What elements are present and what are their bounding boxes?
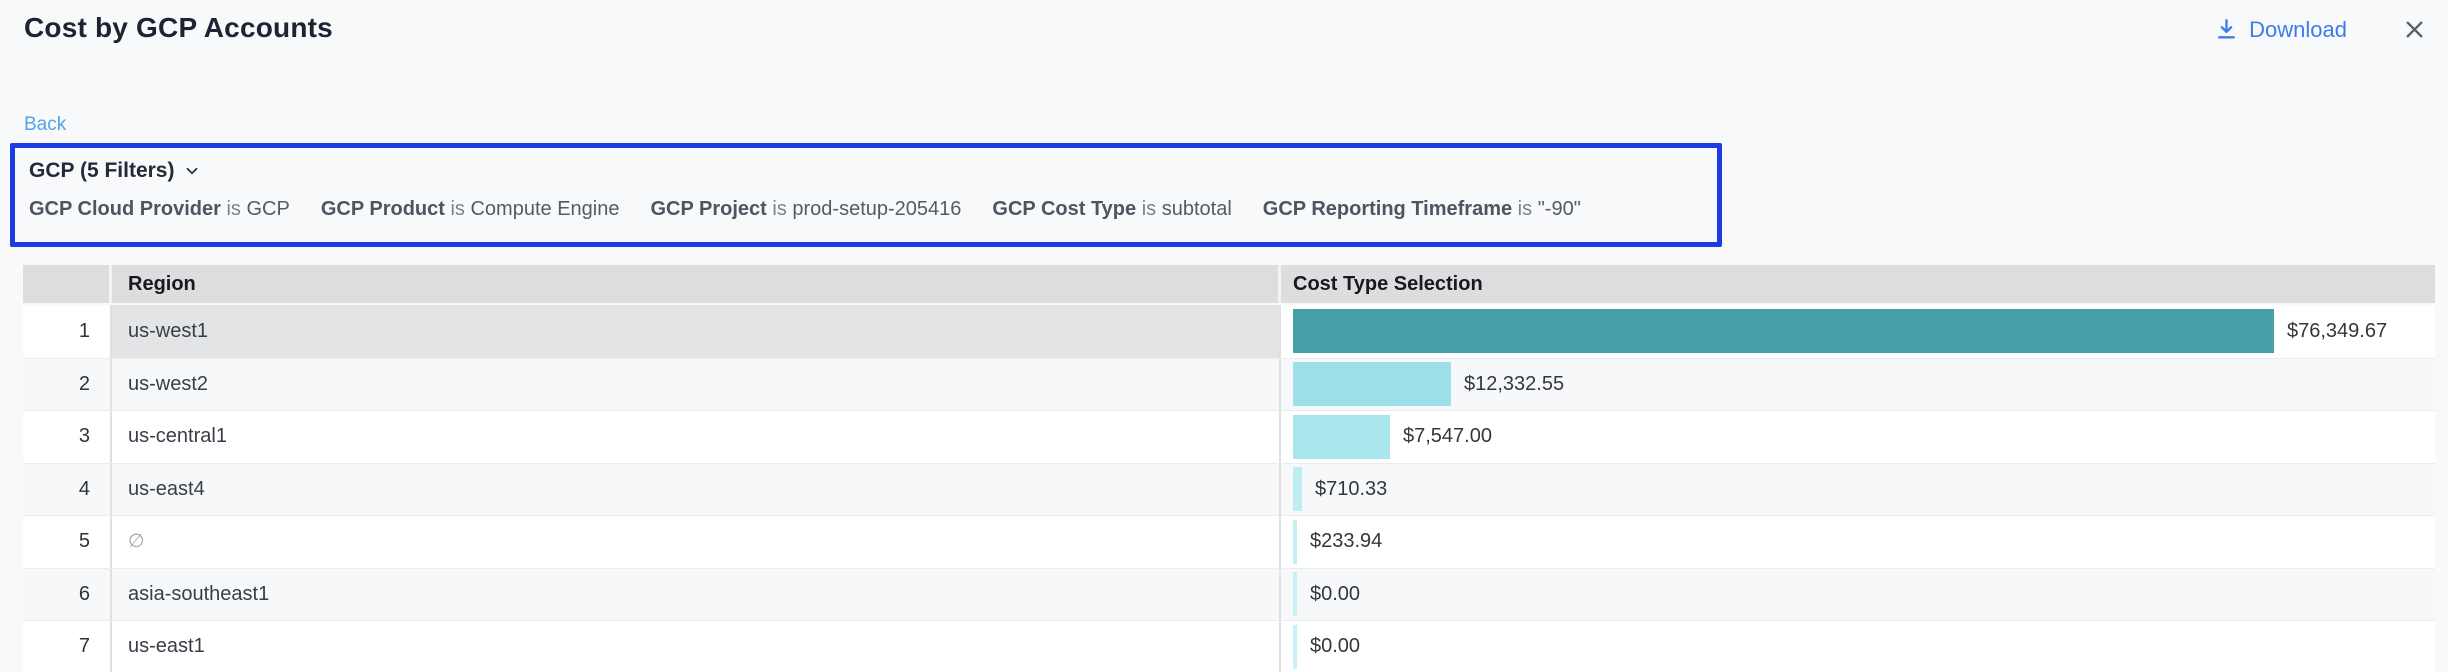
cost-value: $12,332.55 <box>1464 373 1564 396</box>
cost-value: $76,349.67 <box>2287 320 2387 343</box>
row-number: 1 <box>23 305 112 358</box>
table-row[interactable]: 2 us-west2 $12,332.55 <box>23 358 2435 411</box>
column-header-cost-type-selection[interactable]: Cost Type Selection <box>1281 265 2435 303</box>
column-header-row-number <box>23 265 112 303</box>
region-cell[interactable]: us-east1 <box>112 621 1281 672</box>
region-cell[interactable]: asia-southeast1 <box>112 569 1281 621</box>
close-icon <box>2401 31 2428 46</box>
cost-bar-cell: $233.94 <box>1281 516 2435 568</box>
filters-summary-label: GCP (5 Filters) <box>29 159 174 183</box>
cost-value: $7,547.00 <box>1403 425 1492 448</box>
row-number: 7 <box>23 621 112 672</box>
cost-bar <box>1293 572 1297 616</box>
download-icon <box>2214 16 2239 43</box>
cost-bar <box>1293 362 1451 406</box>
cost-value: $710.33 <box>1315 478 1387 501</box>
cost-bar <box>1293 625 1297 669</box>
table-row[interactable]: 6 asia-southeast1 $0.00 <box>23 568 2435 621</box>
cost-value: $0.00 <box>1310 583 1360 606</box>
cost-value: $0.00 <box>1310 635 1360 658</box>
cost-bar <box>1293 309 2274 353</box>
chevron-down-icon <box>183 162 201 180</box>
table-row[interactable]: 7 us-east1 $0.00 <box>23 620 2435 672</box>
cost-bar <box>1293 520 1297 564</box>
topbar: Cost by GCP Accounts Download <box>24 12 2430 45</box>
table-row[interactable]: 4 us-east4 $710.33 <box>23 463 2435 516</box>
row-number: 6 <box>23 569 112 621</box>
filter-row: GCP Cloud Provider is GCP GCP Product is… <box>29 198 1717 221</box>
region-cell[interactable]: us-west1 <box>112 305 1281 358</box>
page-title: Cost by GCP Accounts <box>24 12 333 44</box>
filter-chip: GCP Product is Compute Engine <box>321 198 620 221</box>
region-cell[interactable]: us-west2 <box>112 359 1281 411</box>
row-number: 4 <box>23 464 112 516</box>
cost-bar-cell: $76,349.67 <box>1281 305 2435 358</box>
table-row[interactable]: 5 ∅ $233.94 <box>23 515 2435 568</box>
cost-bar-cell: $7,547.00 <box>1281 411 2435 463</box>
column-header-region[interactable]: Region <box>112 265 1281 303</box>
cost-bar <box>1293 415 1390 459</box>
region-cell[interactable]: us-central1 <box>112 411 1281 463</box>
cost-bar-cell: $710.33 <box>1281 464 2435 516</box>
cost-value: $233.94 <box>1310 530 1382 553</box>
cost-bar-cell: $0.00 <box>1281 621 2435 672</box>
back-link[interactable]: Back <box>24 114 66 136</box>
filter-chip: GCP Cost Type is subtotal <box>992 198 1231 221</box>
cost-bar-cell: $0.00 <box>1281 569 2435 621</box>
table-body: 1 us-west1 $76,349.67 2 us-west2 $12,332… <box>23 305 2435 672</box>
table-row[interactable]: 1 us-west1 $76,349.67 <box>23 305 2435 358</box>
region-cell[interactable]: us-east4 <box>112 464 1281 516</box>
filter-chip: GCP Cloud Provider is GCP <box>29 198 290 221</box>
region-cell[interactable]: ∅ <box>112 516 1281 568</box>
filter-chip: GCP Reporting Timeframe is "-90" <box>1263 198 1581 221</box>
top-actions: Download <box>2214 14 2430 45</box>
table-header: Region Cost Type Selection <box>23 265 2435 303</box>
row-number: 3 <box>23 411 112 463</box>
filter-chip: GCP Project is prod-setup-205416 <box>650 198 961 221</box>
row-number: 2 <box>23 359 112 411</box>
filters-box: GCP (5 Filters) GCP Cloud Provider is GC… <box>10 143 1722 247</box>
cost-table: Region Cost Type Selection 1 us-west1 $7… <box>23 265 2435 672</box>
cost-bar-cell: $12,332.55 <box>1281 359 2435 411</box>
table-row[interactable]: 3 us-central1 $7,547.00 <box>23 410 2435 463</box>
download-button[interactable]: Download <box>2214 16 2347 43</box>
filters-summary-toggle[interactable]: GCP (5 Filters) <box>29 159 201 183</box>
cost-bar <box>1293 467 1302 511</box>
row-number: 5 <box>23 516 112 568</box>
download-label: Download <box>2249 17 2347 43</box>
close-button[interactable] <box>2399 14 2430 45</box>
